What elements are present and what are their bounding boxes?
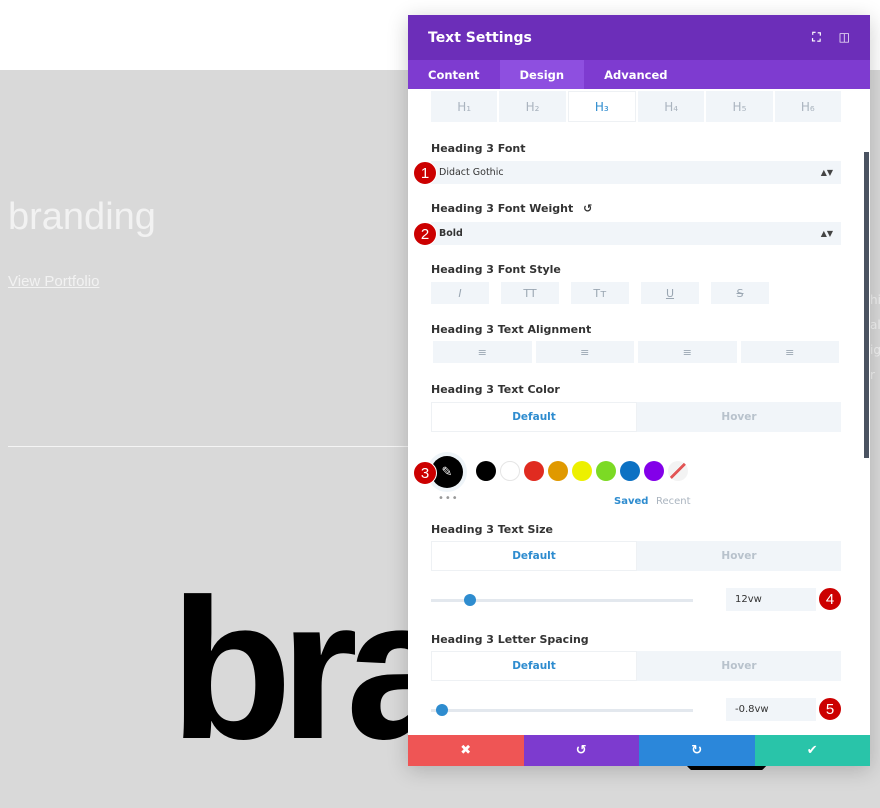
panel-tabs: Content Design Advanced bbox=[408, 60, 870, 89]
reset-icon[interactable]: ↺ bbox=[583, 202, 592, 215]
panel-title: Text Settings bbox=[428, 29, 532, 46]
heading-tab-h4[interactable]: H₄ bbox=[637, 91, 705, 122]
select-arrows-icon: ▲▼ bbox=[820, 168, 833, 177]
uppercase-button[interactable]: TT bbox=[501, 282, 559, 304]
fullscreen-icon[interactable]: ⛶ bbox=[812, 30, 820, 45]
heading-tab-h3[interactable]: H₃ bbox=[567, 91, 636, 122]
font-weight-label: Heading 3 Font Weight ↺ bbox=[431, 202, 592, 215]
size-hover-tab[interactable]: Hover bbox=[637, 541, 841, 571]
letter-spacing-state-toggle: Default Hover bbox=[431, 651, 841, 681]
font-style-label: Heading 3 Font Style bbox=[431, 263, 561, 276]
step-badge-1: 1 bbox=[413, 161, 437, 185]
bg-text-fragment: r bbox=[870, 368, 875, 382]
heading-tab-h2[interactable]: H₂ bbox=[499, 91, 566, 122]
underline-button[interactable]: U bbox=[641, 282, 699, 304]
strikethrough-button[interactable]: S bbox=[711, 282, 769, 304]
align-left-icon[interactable]: ≡ bbox=[433, 341, 532, 363]
italic-button[interactable]: I bbox=[431, 282, 489, 304]
text-color-state-toggle: Default Hover bbox=[431, 402, 841, 432]
saved-colors-tab[interactable]: Saved bbox=[614, 496, 648, 507]
font-weight-label-text: Heading 3 Font Weight bbox=[431, 202, 574, 215]
divider bbox=[8, 446, 408, 447]
color-swatches bbox=[476, 461, 688, 481]
color-default-tab[interactable]: Default bbox=[431, 402, 637, 432]
panel-header: Text Settings ⛶ ◫ bbox=[408, 15, 870, 60]
color-swatch[interactable] bbox=[596, 461, 616, 481]
text-size-input[interactable]: 12vw bbox=[726, 588, 816, 611]
color-swatch[interactable] bbox=[500, 461, 520, 481]
font-value: Didact Gothic bbox=[439, 167, 504, 178]
color-swatch[interactable] bbox=[476, 461, 496, 481]
align-center-icon[interactable]: ≡ bbox=[535, 341, 634, 363]
slider-handle[interactable] bbox=[463, 594, 476, 606]
capitalize-button[interactable]: Tт bbox=[571, 282, 629, 304]
font-weight-value: Bold bbox=[439, 228, 463, 239]
spacing-hover-tab[interactable]: Hover bbox=[637, 651, 841, 681]
spacing-default-tab[interactable]: Default bbox=[431, 651, 637, 681]
step-badge-4: 4 bbox=[818, 587, 842, 611]
text-size-label: Heading 3 Text Size bbox=[431, 523, 553, 536]
bg-text-fragment: al bbox=[870, 318, 880, 332]
color-swatch[interactable] bbox=[620, 461, 640, 481]
color-swatch[interactable] bbox=[572, 461, 592, 481]
font-style-buttons: I TT Tт U S bbox=[431, 282, 769, 304]
font-select[interactable]: Didact Gothic ▲▼ bbox=[431, 161, 841, 184]
scrollbar[interactable] bbox=[864, 152, 869, 458]
sidebar-toggle-icon[interactable]: ◫ bbox=[839, 30, 850, 45]
slider-handle[interactable] bbox=[436, 704, 448, 716]
recent-colors-tab[interactable]: Recent bbox=[656, 496, 691, 507]
tab-advanced[interactable]: Advanced bbox=[584, 60, 687, 89]
text-size-state-toggle: Default Hover bbox=[431, 541, 841, 571]
color-hover-tab[interactable]: Hover bbox=[637, 402, 841, 432]
text-color-label: Heading 3 Text Color bbox=[431, 383, 560, 396]
select-arrows-icon: ▲▼ bbox=[820, 229, 833, 238]
color-swatch[interactable] bbox=[524, 461, 544, 481]
heading-tab-h6[interactable]: H₆ bbox=[774, 91, 841, 122]
font-label: Heading 3 Font bbox=[431, 142, 526, 155]
save-button[interactable]: ✔ bbox=[754, 735, 870, 766]
text-settings-panel: Text Settings ⛶ ◫ Content Design Advanced… bbox=[408, 15, 870, 766]
letter-spacing-slider[interactable] bbox=[431, 704, 693, 716]
text-alignment-buttons: ≡ ≡ ≡ ≡ bbox=[433, 341, 839, 363]
heading-level-tabs: H₁ H₂ H₃ H₄ H₅ H₆ bbox=[431, 91, 841, 122]
bg-text-fragment: ig bbox=[870, 343, 880, 357]
panel-footer: ✖ ↺ ↻ ✔ bbox=[408, 735, 870, 766]
no-color-swatch[interactable] bbox=[668, 461, 688, 481]
step-badge-3: 3 bbox=[413, 461, 437, 485]
align-justify-icon[interactable]: ≡ bbox=[740, 341, 839, 363]
color-swatch[interactable] bbox=[644, 461, 664, 481]
letter-spacing-input[interactable]: -0.8vw bbox=[726, 698, 816, 721]
undo-button[interactable]: ↺ bbox=[523, 735, 639, 766]
color-swatch[interactable] bbox=[548, 461, 568, 481]
more-colors-icon[interactable]: ••• bbox=[438, 493, 459, 504]
heading-tab-h5[interactable]: H₅ bbox=[706, 91, 773, 122]
bg-text-fragment: hi bbox=[870, 293, 880, 307]
cancel-button[interactable]: ✖ bbox=[408, 735, 524, 766]
heading-tab-h1[interactable]: H₁ bbox=[431, 91, 498, 122]
step-badge-2: 2 bbox=[413, 222, 437, 246]
letter-spacing-label: Heading 3 Letter Spacing bbox=[431, 633, 589, 646]
redo-button[interactable]: ↻ bbox=[639, 735, 755, 766]
step-badge-5: 5 bbox=[818, 697, 842, 721]
tab-content[interactable]: Content bbox=[408, 60, 500, 89]
view-portfolio-link[interactable]: View Portfolio bbox=[8, 273, 99, 290]
size-default-tab[interactable]: Default bbox=[431, 541, 637, 571]
tab-design[interactable]: Design bbox=[499, 60, 585, 89]
portfolio-title: branding bbox=[8, 196, 156, 238]
text-alignment-label: Heading 3 Text Alignment bbox=[431, 323, 592, 336]
text-size-slider[interactable] bbox=[431, 594, 693, 606]
font-weight-select[interactable]: Bold ▲▼ bbox=[431, 222, 841, 245]
align-right-icon[interactable]: ≡ bbox=[638, 341, 737, 363]
